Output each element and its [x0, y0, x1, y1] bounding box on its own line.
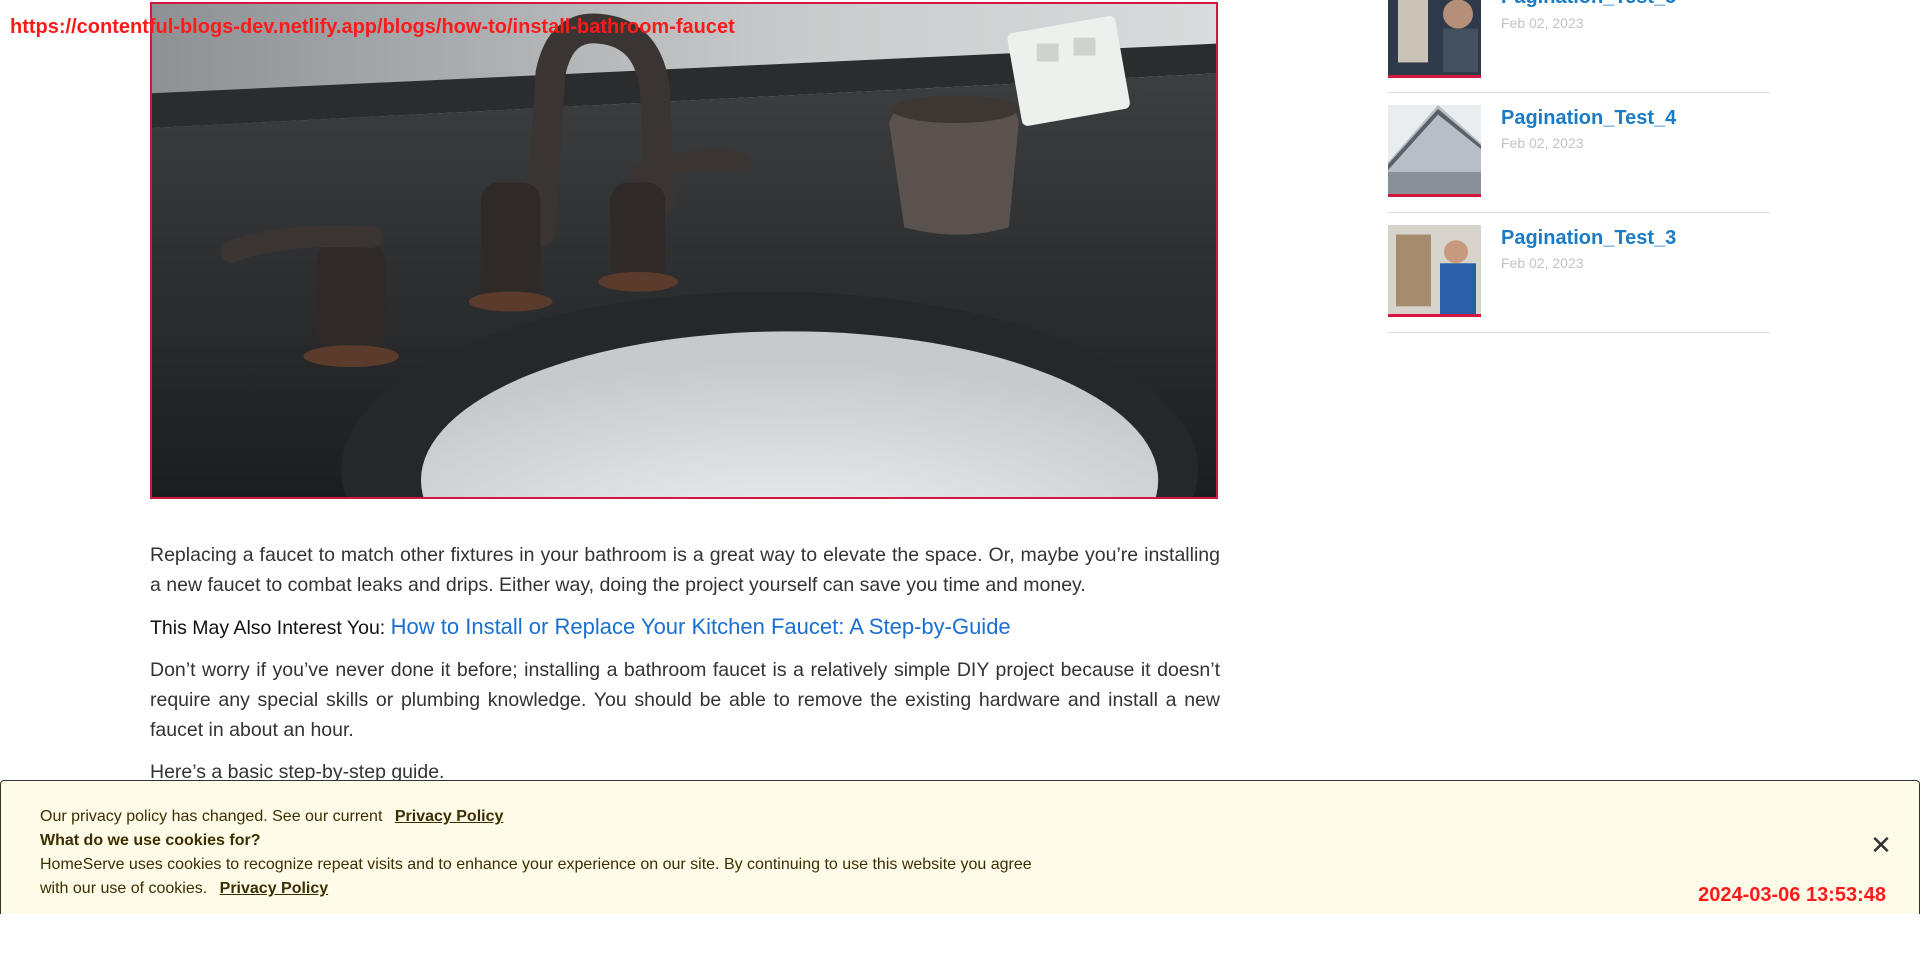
post-title-link[interactable]: Pagination_Test_4 [1501, 107, 1676, 130]
related-article-link[interactable]: How to Install or Replace Your Kitchen F… [391, 614, 1011, 639]
faucet-photo [152, 4, 1216, 497]
url-overlay: https://contentful-blogs-dev.netlify.app… [10, 16, 735, 38]
post-title-link[interactable]: Pagination_Test_3 [1501, 227, 1676, 250]
privacy-policy-link-2[interactable]: Privacy Policy [220, 880, 329, 897]
post-thumbnail[interactable] [1388, 105, 1481, 197]
article-paragraph: Replacing a faucet to match other fixtur… [150, 544, 1220, 596]
related-label: This May Also Interest You: [150, 617, 386, 639]
post-date: Feb 02, 2023 [1501, 135, 1584, 151]
article-body: Replacing a faucet to match other fixtur… [150, 540, 1220, 799]
cookie-message: Our privacy policy has changed. See our … [40, 805, 1040, 901]
cookie-explanation: HomeServe uses cookies to recognize repe… [40, 853, 1040, 901]
post-thumbnail[interactable] [1388, 0, 1481, 78]
close-icon[interactable]: ✕ [1869, 832, 1893, 858]
article-paragraph: Don’t worry if you’ve never done it befo… [150, 659, 1220, 741]
related-article: This May Also Interest You: How to Insta… [150, 612, 1220, 643]
thumbnail-image [1388, 0, 1481, 75]
thumbnail-image [1388, 225, 1481, 314]
cookie-explanation-text: HomeServe uses cookies to recognize repe… [40, 856, 1032, 897]
timestamp-overlay: 2024-03-06 13:53:48 [1698, 884, 1886, 906]
hero-image [150, 2, 1218, 499]
privacy-change-text: Our privacy policy has changed. See our … [40, 808, 383, 825]
post-date: Feb 02, 2023 [1501, 15, 1584, 31]
cookie-banner: Our privacy policy has changed. See our … [0, 780, 1920, 914]
privacy-change-notice: Our privacy policy has changed. See our … [40, 805, 1040, 829]
recent-posts-sidebar: Pagination_Test_5 Feb 02, 2023 Paginatio… [1388, 0, 1770, 333]
privacy-policy-link[interactable]: Privacy Policy [395, 808, 504, 825]
sidebar-post[interactable]: Pagination_Test_4 Feb 02, 2023 [1388, 93, 1770, 213]
post-thumbnail[interactable] [1388, 225, 1481, 317]
sidebar-post[interactable]: Pagination_Test_5 Feb 02, 2023 [1388, 0, 1770, 93]
cookie-question: What do we use cookies for? [40, 832, 261, 849]
post-title-link[interactable]: Pagination_Test_5 [1501, 0, 1676, 9]
thumbnail-image [1388, 105, 1481, 194]
post-date: Feb 02, 2023 [1501, 255, 1584, 271]
sidebar-post[interactable]: Pagination_Test_3 Feb 02, 2023 [1388, 213, 1770, 333]
